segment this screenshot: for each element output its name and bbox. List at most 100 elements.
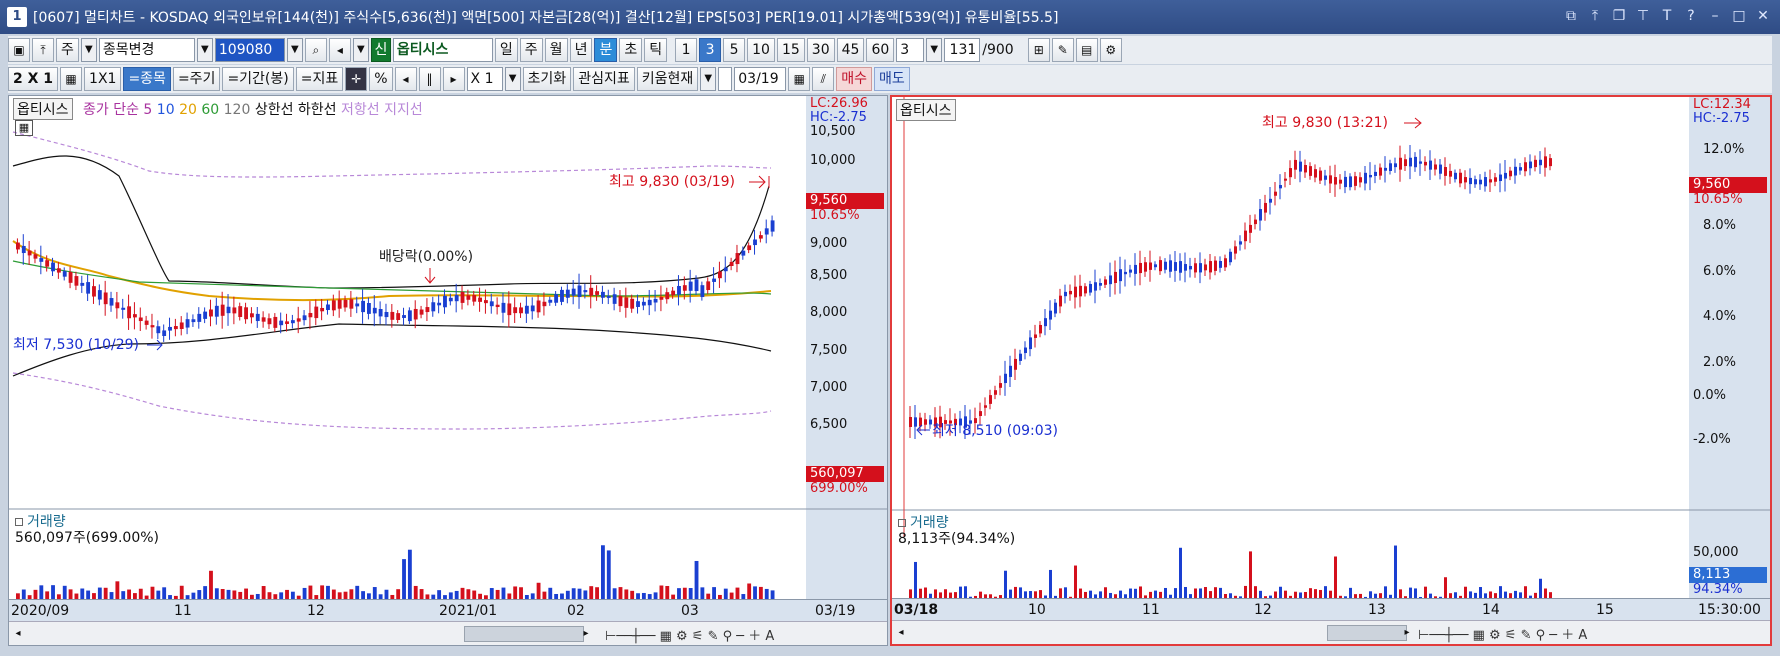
- drawing-tool-icon[interactable]: ✎: [1051, 38, 1074, 62]
- candle: [1219, 261, 1222, 268]
- pin-top-icon[interactable]: ⤒: [32, 38, 54, 62]
- period-tick[interactable]: 틱: [644, 38, 668, 62]
- search-icon[interactable]: ⌕: [304, 38, 327, 62]
- period-month[interactable]: 월: [544, 38, 568, 62]
- interval-15[interactable]: 15: [776, 38, 805, 62]
- interval-60[interactable]: 60: [866, 38, 895, 62]
- sync-stock-button[interactable]: =종목: [123, 67, 171, 91]
- calendar-icon[interactable]: ▦: [788, 67, 811, 91]
- market-dropdown-icon[interactable]: ▼: [80, 38, 97, 62]
- period-year[interactable]: 년: [569, 38, 593, 62]
- save-icon[interactable]: ▤: [1075, 38, 1098, 62]
- table-view-icon[interactable]: ▦: [15, 120, 33, 136]
- stock-history-dropdown-icon[interactable]: ▼: [352, 38, 369, 62]
- stock-change-dropdown-icon[interactable]: ▼: [196, 38, 213, 62]
- scroll-right-icon[interactable]: ▸: [579, 625, 593, 643]
- interval-dropdown-icon[interactable]: ▼: [926, 38, 943, 62]
- kium-current-button[interactable]: 키움현재: [636, 67, 699, 91]
- period-second[interactable]: 초: [619, 38, 643, 62]
- date-checkbox[interactable]: [718, 67, 733, 91]
- right-candle-chart[interactable]: 최고 9,830 (13:21) 최저 8,510 (09:03): [892, 97, 1772, 646]
- left-scroll-tools[interactable]: ⊢──┼── ▦ ⚙ ⚟ ✎ ⚲ ─ ＋ A: [605, 625, 774, 644]
- right-scrollbar[interactable]: ◂ ▸ ⊢──┼── ▦ ⚙ ⚟ ✎ ⚲ ─ ＋ A: [892, 620, 1770, 644]
- volume-bar: [51, 585, 55, 599]
- left-scrollbar[interactable]: ◂ ▸ ⊢──┼── ▦ ⚙ ⚟ ✎ ⚲ ─ ＋ A: [9, 621, 887, 645]
- grid-layout-icon[interactable]: ▦: [60, 67, 83, 91]
- interval-input[interactable]: 3: [896, 38, 925, 62]
- interval-30[interactable]: 30: [806, 38, 835, 62]
- chart-window-icon[interactable]: ▣: [8, 38, 30, 62]
- candle: [1524, 162, 1527, 172]
- volume-bar: [419, 589, 424, 599]
- minimize-icon[interactable]: –: [1706, 7, 1724, 25]
- crosshair-icon[interactable]: ✛: [345, 67, 368, 91]
- scroll-thumb[interactable]: [1327, 625, 1407, 641]
- ontop-icon[interactable]: ⊤: [1634, 7, 1652, 25]
- buy-button[interactable]: 매수: [836, 67, 873, 91]
- candle: [197, 313, 202, 322]
- restore-icon[interactable]: ❐: [1610, 7, 1628, 25]
- candle: [86, 282, 91, 294]
- period-week[interactable]: 주: [519, 38, 543, 62]
- zoom-select[interactable]: X 1: [466, 67, 503, 91]
- scroll-right-icon[interactable]: ▸: [1400, 624, 1414, 642]
- period-day[interactable]: 일: [494, 38, 518, 62]
- scroll-left-icon[interactable]: ◂: [894, 624, 908, 642]
- interval-10[interactable]: 10: [747, 38, 775, 62]
- close-icon[interactable]: ✕: [1754, 7, 1772, 25]
- stock-code-dropdown-icon[interactable]: ▼: [286, 38, 303, 62]
- indicator-add-icon[interactable]: ⊞: [1027, 38, 1050, 62]
- scroll-left-icon[interactable]: ◂: [11, 625, 25, 643]
- stock-name-field[interactable]: 옵티시스: [392, 38, 493, 62]
- sell-button[interactable]: 매도: [874, 67, 910, 91]
- sync-range-button[interactable]: =기간(봉): [222, 67, 294, 91]
- help-icon[interactable]: ?: [1682, 7, 1700, 25]
- candle: [1099, 282, 1102, 286]
- interval-45[interactable]: 45: [836, 38, 865, 62]
- interval-3[interactable]: 3: [699, 38, 722, 62]
- right-stock-chip[interactable]: 옵티시스: [896, 99, 956, 121]
- maximize-icon[interactable]: □: [1730, 7, 1748, 25]
- candle: [1199, 263, 1202, 273]
- sync-period-button[interactable]: =주기: [172, 67, 221, 91]
- prev-stock-icon[interactable]: ◂: [328, 38, 351, 62]
- period-minute[interactable]: 분: [594, 38, 618, 62]
- scroll-left-icon[interactable]: ◂: [394, 67, 417, 91]
- candle: [185, 319, 190, 328]
- font-icon[interactable]: T: [1658, 7, 1676, 25]
- reset-button[interactable]: 초기화: [522, 67, 572, 91]
- volume-bar: [571, 588, 576, 599]
- right-xlabel: 11: [1142, 602, 1160, 618]
- stock-code-input[interactable]: 109080: [214, 38, 285, 62]
- volume-bar: [1539, 578, 1542, 600]
- scroll-right-icon[interactable]: ▸: [442, 67, 465, 91]
- percent-button[interactable]: %: [369, 67, 393, 91]
- pin-icon[interactable]: ⤒: [1586, 7, 1604, 25]
- interval-1[interactable]: 1: [675, 38, 698, 62]
- kium-dropdown-icon[interactable]: ▼: [700, 67, 717, 91]
- chart-type-icon[interactable]: ⫽: [812, 67, 835, 91]
- volume-bar: [682, 587, 687, 599]
- candle: [1294, 159, 1297, 170]
- layout-2x1-button[interactable]: 2 X 1: [8, 67, 59, 91]
- interest-indicator-button[interactable]: 관심지표: [573, 67, 635, 91]
- scroll-thumb[interactable]: [464, 626, 584, 642]
- settings-icon[interactable]: ⚙: [1099, 38, 1122, 62]
- interval-5[interactable]: 5: [723, 38, 746, 62]
- right-scroll-tools[interactable]: ⊢──┼── ▦ ⚙ ⚟ ✎ ⚲ ─ ＋ A: [1418, 624, 1587, 643]
- sync-indicator-button[interactable]: =지표: [295, 67, 344, 91]
- zoom-dropdown-icon[interactable]: ▼: [504, 67, 521, 91]
- pause-icon[interactable]: ‖: [418, 67, 441, 91]
- left-stock-chip[interactable]: 옵티시스: [13, 98, 73, 120]
- left-lc: LC:26.96: [810, 96, 868, 111]
- date-input[interactable]: 03/19: [734, 67, 787, 91]
- candle: [1479, 179, 1482, 185]
- layout-1x1-button[interactable]: 1X1: [84, 67, 122, 91]
- tile-icon[interactable]: ⧉: [1562, 7, 1580, 25]
- candle: [1019, 353, 1022, 361]
- left-candle-chart[interactable]: 최고 9,830 (03/19) 최저 7,530 (10/29) 배당락(0.…: [9, 96, 888, 646]
- bar-count-input[interactable]: 131: [944, 38, 981, 62]
- candle: [33, 254, 38, 259]
- stock-change-select[interactable]: 종목변경: [98, 38, 195, 62]
- market-select[interactable]: 주: [56, 38, 79, 62]
